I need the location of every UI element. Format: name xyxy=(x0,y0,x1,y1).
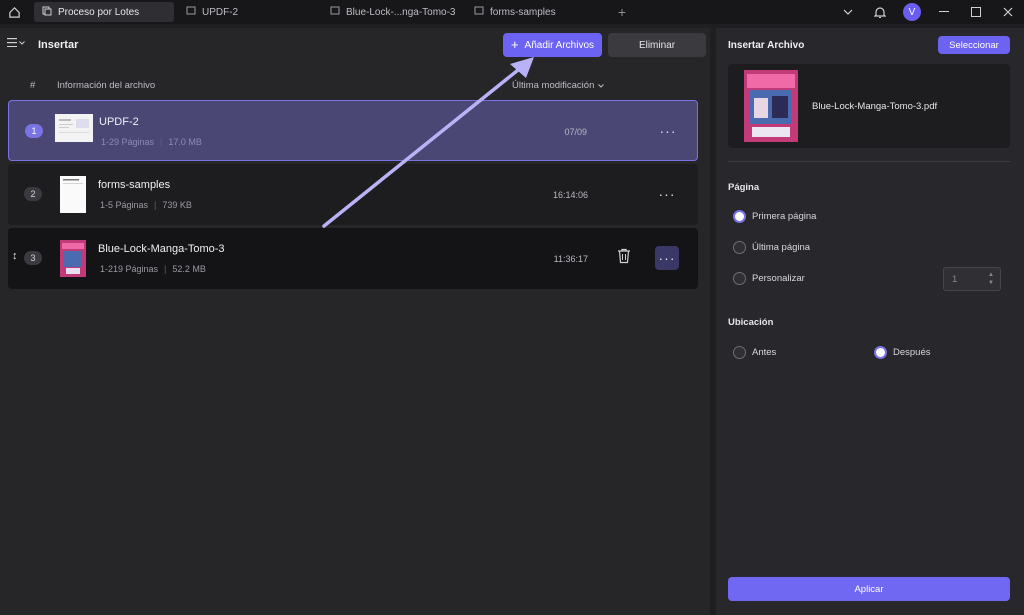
radio-custom[interactable]: Personalizar xyxy=(733,272,805,285)
title-bar: Proceso por Lotes UPDF-2 Blue-Lock-...ng… xyxy=(0,0,1024,24)
file-size: 17.0 MB xyxy=(168,137,202,147)
file-list-panel: Insertar + Añadir Archivos Eliminar # In… xyxy=(0,28,710,615)
radio-empty-icon xyxy=(733,272,746,285)
file-meta: 1-5 Páginas | 739 KB xyxy=(100,200,192,210)
maximize-icon[interactable] xyxy=(960,0,992,24)
add-files-label: Añadir Archivos xyxy=(524,39,595,51)
tab-updf-2[interactable]: UPDF-2 xyxy=(178,2,318,22)
selected-file-name: Blue-Lock-Manga-Tomo-3.pdf xyxy=(812,101,938,112)
file-name: Blue-Lock-Manga-Tomo-3 xyxy=(98,243,225,255)
row-number: 2 xyxy=(24,187,42,201)
radio-empty-icon xyxy=(733,241,746,254)
selected-file-card: Blue-Lock-Manga-Tomo-3.pdf xyxy=(728,64,1010,148)
stepper-arrows-icon[interactable]: ▲ ▼ xyxy=(988,271,994,287)
tab-label: forms-samples xyxy=(490,6,556,18)
chevron-down-icon[interactable] xyxy=(832,0,864,24)
radio-label: Última página xyxy=(752,242,811,253)
file-meta: 1-219 Páginas | 52.2 MB xyxy=(100,264,206,274)
tab-label: UPDF-2 xyxy=(202,6,239,18)
column-header-modified-label: Última modificación xyxy=(512,80,595,91)
more-options-button[interactable]: ··· xyxy=(656,119,680,143)
tab-label: Proceso por Lotes xyxy=(58,6,140,18)
custom-page-stepper[interactable]: 1 ▲ ▼ xyxy=(943,267,1001,291)
radio-selected-icon xyxy=(733,210,746,223)
window-controls: V xyxy=(832,0,1024,24)
apply-button[interactable]: Aplicar xyxy=(728,577,1010,601)
document-icon xyxy=(474,6,484,19)
delete-button[interactable]: Eliminar xyxy=(608,33,706,57)
file-thumbnail xyxy=(60,240,86,277)
more-options-button[interactable]: ··· xyxy=(655,182,679,206)
file-thumbnail xyxy=(55,114,93,142)
bell-icon[interactable] xyxy=(864,0,896,24)
radio-label: Personalizar xyxy=(752,273,805,284)
file-meta: 1-29 Páginas | 17.0 MB xyxy=(101,137,202,147)
modified-time: 11:36:17 xyxy=(553,254,588,264)
location-section-title: Ubicación xyxy=(728,317,774,328)
menu-icon[interactable] xyxy=(7,38,25,47)
more-options-button[interactable]: ··· xyxy=(655,246,679,270)
avatar[interactable]: V xyxy=(903,3,921,21)
page-range[interactable]: 1-219 Páginas xyxy=(100,264,158,274)
file-thumbnail xyxy=(744,70,798,142)
modified-time: 07/09 xyxy=(564,127,587,137)
file-thumbnail xyxy=(60,176,86,213)
insert-settings-panel: Insertar Archivo Seleccionar Blue-Lock-M… xyxy=(716,28,1024,615)
tab-batch[interactable]: Proceso por Lotes xyxy=(34,2,174,22)
divider xyxy=(728,161,1010,162)
close-icon[interactable] xyxy=(992,0,1024,24)
plus-icon: + xyxy=(510,37,519,52)
add-files-button[interactable]: + Añadir Archivos xyxy=(503,33,602,57)
select-file-button[interactable]: Seleccionar xyxy=(938,36,1010,54)
chevron-down-icon xyxy=(598,83,605,88)
home-icon[interactable] xyxy=(0,0,28,24)
custom-page-value: 1 xyxy=(952,273,958,285)
file-row[interactable]: 1 UPDF-2 1-29 Páginas | 17.0 MB 07/09 ··… xyxy=(8,100,698,161)
file-size: 52.2 MB xyxy=(172,264,206,274)
column-header-number: # xyxy=(30,80,36,91)
file-row[interactable]: ↕ 3 Blue-Lock-Manga-Tomo-3 1-219 Páginas… xyxy=(8,228,698,289)
new-tab-button[interactable]: + xyxy=(612,4,632,20)
tab-forms-samples[interactable]: forms-samples xyxy=(466,2,606,22)
radio-last-page[interactable]: Última página xyxy=(733,241,810,254)
row-number: 1 xyxy=(25,124,43,138)
page-section-title: Página xyxy=(728,182,760,193)
radio-before[interactable]: Antes xyxy=(733,346,776,359)
radio-after[interactable]: Después xyxy=(874,346,931,359)
tab-label: Blue-Lock-...nga-Tomo-3 xyxy=(346,6,456,18)
trash-icon[interactable] xyxy=(617,248,631,267)
column-header-modified[interactable]: Última modificación xyxy=(512,80,605,91)
column-header-info: Información del archivo xyxy=(57,80,156,91)
radio-label: Después xyxy=(893,347,931,358)
radio-selected-icon xyxy=(874,346,887,359)
document-copy-icon xyxy=(42,6,52,19)
page-range[interactable]: 1-29 Páginas xyxy=(101,137,154,147)
file-name: UPDF-2 xyxy=(99,116,139,128)
file-row[interactable]: 2 forms-samples 1-5 Páginas | 739 KB 16:… xyxy=(8,164,698,225)
drag-handle-icon[interactable]: ↕ xyxy=(12,250,18,262)
file-name: forms-samples xyxy=(98,179,171,191)
radio-empty-icon xyxy=(733,346,746,359)
radio-label: Antes xyxy=(752,347,777,358)
radio-first-page[interactable]: Primera página xyxy=(733,210,816,223)
file-size: 739 KB xyxy=(162,200,192,210)
row-number: 3 xyxy=(24,251,42,265)
page-title: Insertar xyxy=(38,39,79,51)
tab-blue-lock[interactable]: Blue-Lock-...nga-Tomo-3 xyxy=(322,2,462,22)
modified-time: 16:14:06 xyxy=(552,190,588,200)
page-range[interactable]: 1-5 Páginas xyxy=(100,200,148,210)
panel-title: Insertar Archivo xyxy=(728,40,805,51)
document-icon xyxy=(330,6,340,19)
document-icon xyxy=(186,6,196,19)
minimize-icon[interactable] xyxy=(928,0,960,24)
chevron-down-icon xyxy=(19,40,25,45)
radio-label: Primera página xyxy=(752,211,817,222)
